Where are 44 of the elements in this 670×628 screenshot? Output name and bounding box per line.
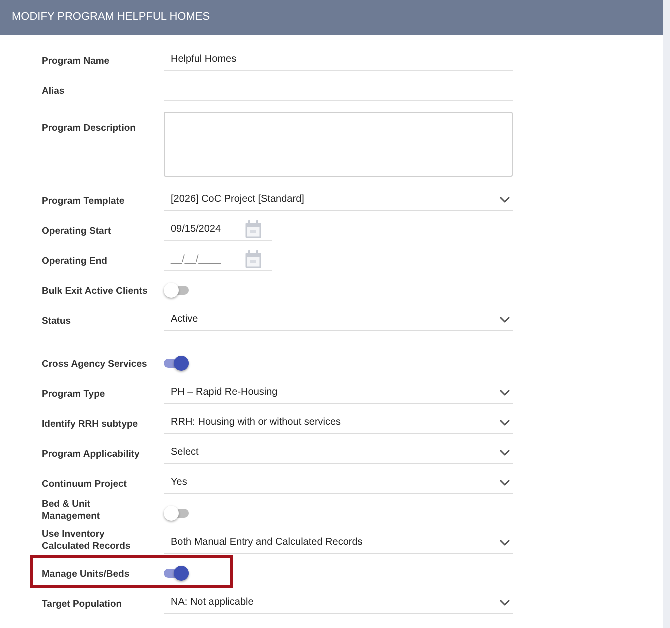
field-label: Continuum Project bbox=[42, 479, 127, 491]
toggle-switch[interactable] bbox=[164, 356, 189, 370]
field-label: Program Description bbox=[42, 123, 136, 135]
dropdown[interactable]: Both Manual Entry and Calculated Records bbox=[164, 532, 513, 554]
dropdown[interactable]: Yes bbox=[164, 472, 513, 494]
field-label: Cross Agency Services bbox=[42, 359, 148, 371]
field-label: Target Population bbox=[42, 599, 122, 611]
field-label: Program Template bbox=[42, 196, 125, 208]
field-label: Operating End bbox=[42, 256, 108, 268]
chevron-down-icon bbox=[500, 316, 510, 322]
dropdown[interactable]: Active bbox=[164, 310, 513, 330]
dropdown[interactable]: RRH: Housing with or without services bbox=[164, 412, 513, 434]
chevron-down-icon bbox=[500, 420, 510, 426]
toggle-switch[interactable] bbox=[164, 282, 189, 298]
calendar-icon[interactable] bbox=[245, 250, 262, 269]
calendar-icon[interactable] bbox=[245, 220, 262, 239]
description-textarea[interactable] bbox=[164, 112, 513, 177]
dropdown[interactable]: NA: Not applicable bbox=[164, 592, 513, 614]
date-input[interactable]: __/__/____ bbox=[164, 250, 272, 270]
chevron-down-icon bbox=[500, 540, 510, 546]
field-label: Operating Start bbox=[42, 226, 112, 238]
field-label: Program Type bbox=[42, 389, 106, 401]
field-label: Alias bbox=[42, 86, 65, 98]
chevron-down-icon bbox=[500, 600, 510, 606]
text-input[interactable]: Helpful Homes bbox=[164, 50, 513, 70]
page-title: MODIFY PROGRAM HELPFUL HOMES bbox=[12, 10, 210, 26]
dropdown[interactable]: PH – Rapid Re-Housing bbox=[164, 382, 513, 404]
field-label: Use Inventory Calculated Records bbox=[42, 529, 132, 553]
field-label: Status bbox=[42, 316, 72, 328]
field-label: Bed & Unit Management bbox=[42, 499, 102, 523]
date-input[interactable]: 09/15/2024 bbox=[164, 220, 272, 240]
field-label: Identify RRH subtype bbox=[42, 419, 138, 431]
chevron-down-icon bbox=[500, 480, 510, 486]
chevron-down-icon bbox=[500, 450, 510, 456]
field-label: Bulk Exit Active Clients bbox=[42, 286, 148, 298]
field-label: Manage Units/Beds bbox=[42, 569, 130, 581]
chevron-down-icon bbox=[500, 196, 510, 202]
toggle-switch[interactable] bbox=[164, 566, 189, 580]
field-label: Program Applicability bbox=[42, 449, 140, 461]
toggle-switch[interactable] bbox=[164, 506, 189, 520]
dropdown[interactable]: [2026] CoC Project [Standard] bbox=[164, 190, 513, 210]
field-label: Program Name bbox=[42, 56, 110, 68]
dropdown[interactable]: Select bbox=[164, 442, 513, 464]
chevron-down-icon bbox=[500, 390, 510, 396]
